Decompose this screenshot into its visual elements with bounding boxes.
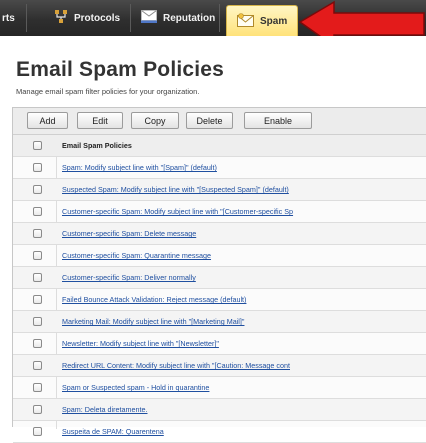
column-header-policies: Email Spam Policies xyxy=(62,141,132,150)
nav-item-label: Spam xyxy=(260,15,288,27)
table-row: Suspected Spam: Modify subject line with… xyxy=(13,179,426,201)
edit-button[interactable]: Edit xyxy=(77,112,123,129)
policy-link[interactable]: Spam: Modify subject line with "[Spam]" … xyxy=(62,163,217,172)
copy-button[interactable]: Copy xyxy=(131,112,179,129)
policy-link[interactable]: Marketing Mail: Modify subject line with… xyxy=(62,317,244,326)
nav-divider xyxy=(219,4,220,32)
policy-link[interactable]: Spam: Deleta diretamente. xyxy=(62,405,148,414)
nav-item-reports[interactable]: rts xyxy=(2,0,15,36)
delete-button[interactable]: Delete xyxy=(186,112,233,129)
policy-link[interactable]: Spam or Suspected spam - Hold in quarant… xyxy=(62,383,209,392)
row-checkbox[interactable] xyxy=(33,427,42,436)
row-checkbox[interactable] xyxy=(33,163,42,172)
row-checkbox[interactable] xyxy=(33,317,42,326)
row-checkbox[interactable] xyxy=(33,273,42,282)
main-content: Email Spam Policies Manage email spam fi… xyxy=(0,36,426,443)
table-row: Spam: Modify subject line with "[Spam]" … xyxy=(13,157,426,179)
table-row: Customer-specific Spam: Modify subject l… xyxy=(13,201,426,223)
row-checkbox[interactable] xyxy=(33,229,42,238)
policy-link[interactable]: Newsletter: Modify subject line with "[N… xyxy=(62,339,219,348)
row-checkbox[interactable] xyxy=(33,207,42,216)
table-row: Redirect URL Content: Modify subject lin… xyxy=(13,355,426,377)
row-checkbox[interactable] xyxy=(33,185,42,194)
nav-item-reputation[interactable]: Reputation xyxy=(141,0,215,36)
table-row: Spam or Suspected spam - Hold in quarant… xyxy=(13,377,426,399)
nav-divider xyxy=(26,4,27,32)
envelope-icon xyxy=(237,12,254,30)
row-checkbox[interactable] xyxy=(33,251,42,260)
page-title: Email Spam Policies xyxy=(16,58,225,81)
policy-link[interactable]: Customer-specific Spam: Deliver normally xyxy=(62,273,196,282)
nav-item-label: Protocols xyxy=(74,12,121,24)
policies-panel: Add Edit Copy Delete Enable Email Spam P… xyxy=(12,107,426,443)
select-all-checkbox[interactable] xyxy=(33,141,42,150)
toolbar: Add Edit Copy Delete Enable xyxy=(13,108,426,135)
add-button[interactable]: Add xyxy=(27,112,68,129)
table-row: Spam: Deleta diretamente. xyxy=(13,399,426,421)
policy-link[interactable]: Customer-specific Spam: Quarantine messa… xyxy=(62,251,211,260)
row-checkbox[interactable] xyxy=(33,361,42,370)
table-row: Customer-specific Spam: Deliver normally xyxy=(13,267,426,289)
network-icon xyxy=(54,9,68,27)
table-row: Customer-specific Spam: Quarantine messa… xyxy=(13,245,426,267)
policy-link[interactable]: Customer-specific Spam: Modify subject l… xyxy=(62,207,293,216)
table-header-row: Email Spam Policies xyxy=(13,135,426,157)
reputation-icon xyxy=(141,10,157,26)
page-subtitle: Manage email spam filter policies for yo… xyxy=(16,87,200,96)
policy-link[interactable]: Customer-specific Spam: Delete message xyxy=(62,229,196,238)
policy-link[interactable]: Failed Bounce Attack Validation: Reject … xyxy=(62,295,246,304)
row-checkbox[interactable] xyxy=(33,339,42,348)
enable-button[interactable]: Enable xyxy=(244,112,312,129)
nav-divider xyxy=(130,4,131,32)
table-row: Newsletter: Modify subject line with "[N… xyxy=(13,333,426,355)
nav-item-protocols[interactable]: Protocols xyxy=(54,0,120,36)
policy-link[interactable]: Redirect URL Content: Modify subject lin… xyxy=(62,361,290,370)
table-row: Marketing Mail: Modify subject line with… xyxy=(13,311,426,333)
row-checkbox[interactable] xyxy=(33,405,42,414)
policy-link[interactable]: Suspected Spam: Modify subject line with… xyxy=(62,185,289,194)
nav-item-label: rts xyxy=(2,12,15,24)
row-checkbox[interactable] xyxy=(33,383,42,392)
table-row: Failed Bounce Attack Validation: Reject … xyxy=(13,289,426,311)
row-checkbox[interactable] xyxy=(33,295,42,304)
policy-link[interactable]: Suspeita de SPAM: Quarentena xyxy=(62,427,164,436)
nav-item-spam[interactable]: Spam xyxy=(226,5,298,36)
nav-item-label: Reputation xyxy=(163,12,216,24)
table-row: Customer-specific Spam: Delete message xyxy=(13,223,426,245)
table-row: Suspeita de SPAM: Quarentena xyxy=(13,421,426,443)
